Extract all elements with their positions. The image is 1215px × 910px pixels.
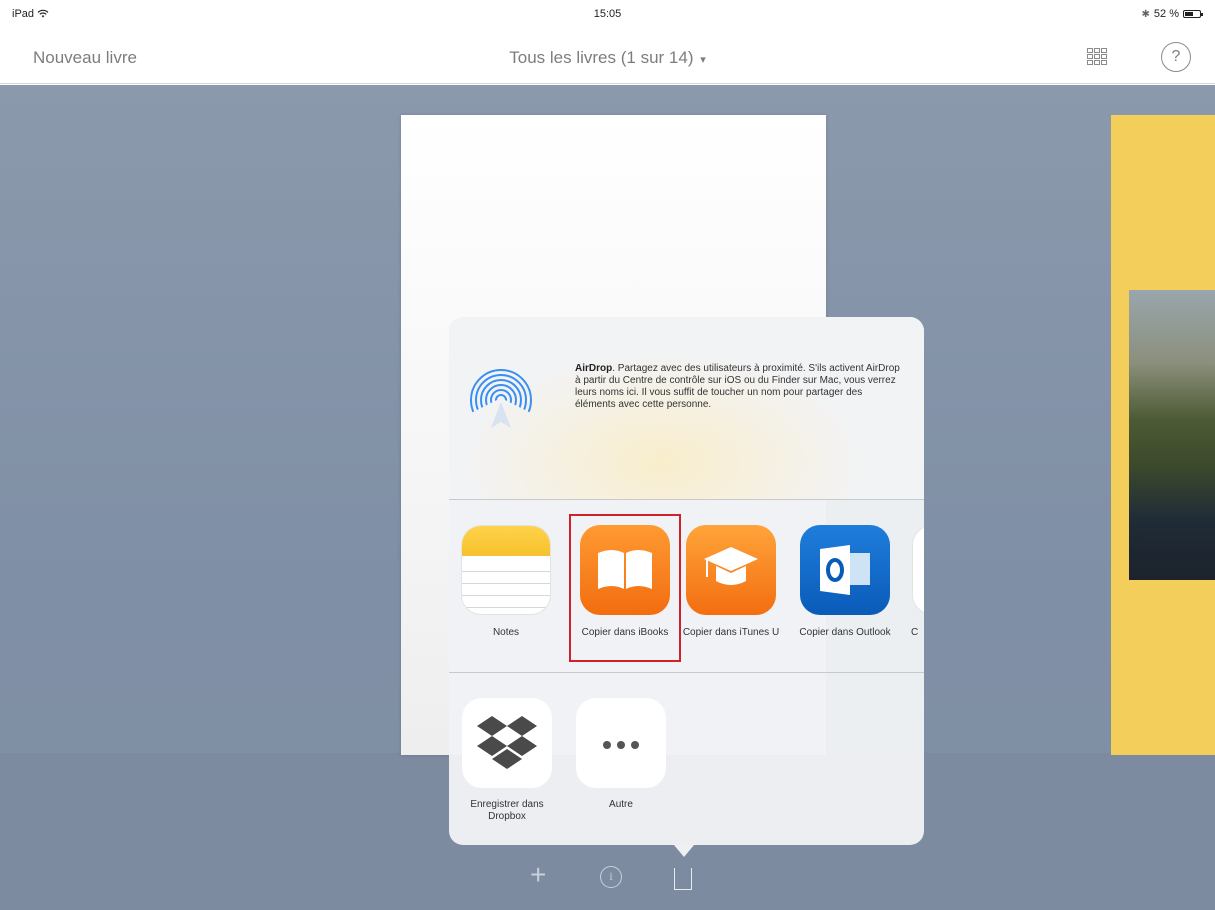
airdrop-icon bbox=[470, 369, 532, 428]
dropbox-icon bbox=[462, 698, 552, 788]
action-label: Autre bbox=[609, 799, 633, 810]
share-actions-row: Enregistrer dans Dropbox Autre bbox=[449, 674, 924, 845]
outlook-icon bbox=[800, 525, 890, 615]
help-button[interactable]: ? bbox=[1161, 42, 1191, 72]
bluetooth-icon: ✱ bbox=[1141, 8, 1150, 20]
airdrop-body: . Partagez avec des utilisateurs à proxi… bbox=[575, 363, 900, 410]
chevron-down-icon: ▾ bbox=[700, 54, 706, 66]
grid-view-icon[interactable] bbox=[1087, 48, 1109, 68]
app-label: Copier dans iTunes U bbox=[682, 627, 780, 638]
airdrop-section: AirDrop. Partagez avec des utilisateurs … bbox=[449, 317, 924, 500]
highlight-box bbox=[569, 514, 681, 662]
airdrop-title: AirDrop bbox=[575, 363, 613, 374]
book-cover-photo bbox=[1129, 290, 1215, 580]
share-popover-arrow bbox=[674, 845, 694, 857]
status-bar: iPad 15:05 ✱ 52 % bbox=[0, 0, 1215, 28]
battery-percent: 52 % bbox=[1153, 8, 1179, 20]
app-label: Notes bbox=[492, 627, 520, 638]
status-right: ✱ 52 % bbox=[1141, 8, 1203, 20]
partial-app-icon bbox=[912, 525, 924, 615]
navigation-bar: Nouveau livre Tous les livres (1 sur 14)… bbox=[0, 28, 1215, 84]
action-label: Enregistrer dans Dropbox bbox=[470, 799, 544, 822]
info-icon[interactable]: i bbox=[600, 866, 622, 888]
app-label: C bbox=[911, 627, 919, 638]
share-icon[interactable] bbox=[674, 868, 692, 890]
share-app-notes[interactable]: Notes bbox=[456, 525, 556, 639]
app-label: Copier dans Outlook bbox=[799, 627, 891, 638]
status-time: 15:05 bbox=[593, 8, 622, 20]
add-icon[interactable]: + bbox=[530, 860, 546, 890]
share-sheet: AirDrop. Partagez avec des utilisateurs … bbox=[449, 317, 924, 845]
action-more[interactable]: Autre bbox=[566, 698, 676, 811]
itunes-u-icon bbox=[686, 525, 776, 615]
airdrop-description: AirDrop. Partagez avec des utilisateurs … bbox=[575, 363, 905, 411]
notes-icon bbox=[461, 525, 551, 615]
all-books-title-text: Tous les livres (1 sur 14) bbox=[509, 48, 694, 67]
more-icon bbox=[576, 698, 666, 788]
action-dropbox[interactable]: Enregistrer dans Dropbox bbox=[452, 698, 562, 823]
all-books-title[interactable]: Tous les livres (1 sur 14) ▾ bbox=[0, 48, 1215, 68]
share-app-itunes-u[interactable]: Copier dans iTunes U bbox=[681, 525, 781, 639]
bottom-toolbar: + i bbox=[0, 858, 1215, 898]
share-app-partial[interactable]: C bbox=[907, 525, 924, 639]
share-app-outlook[interactable]: Copier dans Outlook bbox=[795, 525, 895, 639]
battery-icon bbox=[1183, 10, 1203, 18]
share-apps-row: Notes Copier dans iBooks Copier dans iTu… bbox=[449, 501, 924, 673]
